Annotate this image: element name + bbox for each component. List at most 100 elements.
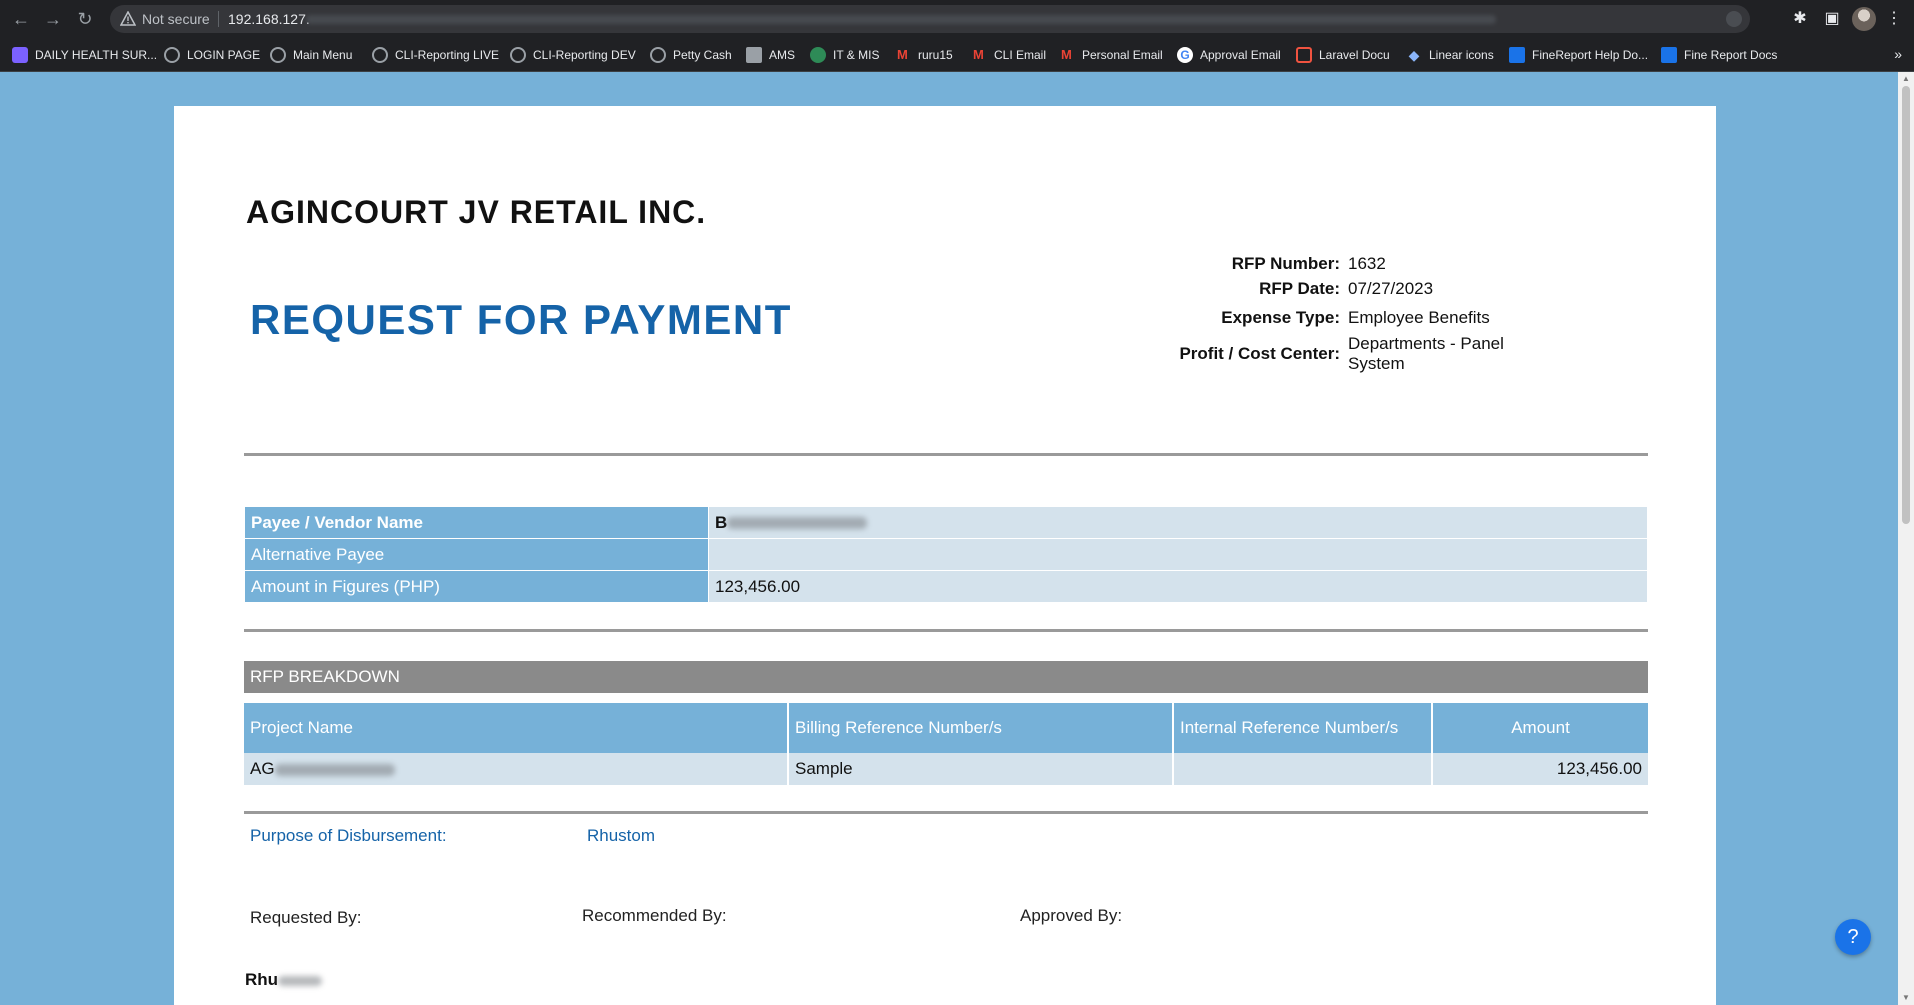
rfp-date-value: 07/27/2023 bbox=[1348, 279, 1434, 298]
bookmark-it-mis[interactable]: IT & MIS bbox=[810, 46, 879, 64]
bookmarks-overflow-button[interactable]: » bbox=[1894, 46, 1902, 62]
laravel-icon bbox=[1296, 47, 1312, 63]
payee-table: Payee / Vendor Name B Alternative Payee … bbox=[244, 506, 1648, 603]
alt-payee-label: Alternative Payee bbox=[244, 538, 709, 571]
internal-ref-cell bbox=[1173, 753, 1433, 785]
table-row: AG Sample 123,456.00 bbox=[244, 753, 1648, 785]
bookmark-label: CLI Email bbox=[994, 48, 1047, 62]
forward-button[interactable]: → bbox=[42, 8, 64, 30]
bookmark-label: IT & MIS bbox=[833, 48, 880, 62]
billing-ref-cell: Sample bbox=[788, 753, 1174, 785]
reload-button[interactable]: ↻ bbox=[74, 8, 96, 30]
screen-icon bbox=[746, 47, 762, 63]
meta-row-expense-type: Expense Type: Employee Benefits bbox=[1034, 308, 1594, 328]
rfp-number-value: 1632 bbox=[1348, 254, 1386, 273]
url-redacted bbox=[306, 15, 1496, 24]
column-header-amount: Amount bbox=[1432, 703, 1648, 753]
bookmark-daily-health[interactable]: DAILY HEALTH SUR... bbox=[12, 46, 157, 64]
requested-by-label: Requested By: bbox=[250, 908, 362, 927]
bookmarks-bar: DAILY HEALTH SUR... LOGIN PAGE Main Menu… bbox=[0, 38, 1914, 72]
back-button[interactable]: ← bbox=[10, 8, 32, 30]
column-header-project: Project Name bbox=[244, 703, 789, 753]
column-header-billing-ref: Billing Reference Number/s bbox=[788, 703, 1174, 753]
omnibox-divider bbox=[218, 11, 219, 27]
bookmark-cli-reporting-dev[interactable]: CLI-Reporting DEV bbox=[510, 46, 636, 64]
cost-center-label: Profit / Cost Center: bbox=[1179, 344, 1340, 363]
menu-icon[interactable]: ⋮ bbox=[1884, 9, 1904, 29]
vendor-name-initial: B bbox=[715, 512, 728, 532]
url-text[interactable]: 192.168.127. bbox=[228, 11, 310, 27]
vendor-name-value: B bbox=[708, 506, 1648, 539]
gmail-icon: M bbox=[973, 47, 984, 62]
meta-row-rfp-date: RFP Date: 07/27/2023 bbox=[1034, 279, 1594, 299]
approved-by-label: Approved By: bbox=[1020, 906, 1123, 925]
divider bbox=[244, 811, 1648, 814]
scroll-down-icon[interactable]: ▼ bbox=[1898, 991, 1914, 1005]
bookmark-label: CLI-Reporting DEV bbox=[533, 48, 636, 62]
payee-row: Payee / Vendor Name B bbox=[244, 506, 1648, 539]
bookmark-finereport-help[interactable]: FineReport Help Do... bbox=[1509, 46, 1648, 64]
globe-icon bbox=[372, 47, 388, 63]
redacted-text bbox=[274, 763, 395, 776]
page-title: REQUEST FOR PAYMENT bbox=[250, 296, 792, 343]
bookmark-petty-cash[interactable]: Petty Cash bbox=[650, 46, 732, 64]
bookmark-ams[interactable]: AMS bbox=[746, 46, 795, 64]
globe-icon bbox=[650, 47, 666, 63]
bookmark-cli-reporting-live[interactable]: CLI-Reporting LIVE bbox=[372, 46, 499, 64]
divider bbox=[244, 629, 1648, 632]
profile-avatar[interactable] bbox=[1852, 7, 1876, 31]
side-panel-icon[interactable]: ▣ bbox=[1822, 9, 1842, 29]
google-icon: G bbox=[1177, 47, 1193, 63]
extensions-icon[interactable]: ✱ bbox=[1790, 9, 1810, 29]
rfp-meta: RFP Number: 1632 RFP Date: 07/27/2023 Ex… bbox=[1034, 254, 1594, 379]
security-status[interactable]: Not secure bbox=[142, 11, 210, 27]
gmail-icon: M bbox=[897, 47, 908, 62]
bookmark-laravel-docu[interactable]: Laravel Docu bbox=[1296, 46, 1390, 64]
bookmark-personal-email[interactable]: M Personal Email bbox=[1061, 46, 1163, 64]
amount-label: Amount in Figures (PHP) bbox=[244, 570, 709, 603]
browser-toolbar: ← → ↻ Not secure 192.168.127. ✱ ▣ ⋮ bbox=[0, 0, 1914, 38]
bookmark-label: Petty Cash bbox=[673, 48, 732, 62]
bookmark-label: Approval Email bbox=[1200, 48, 1281, 62]
redacted-text bbox=[727, 517, 868, 530]
help-button[interactable]: ? bbox=[1835, 919, 1871, 955]
redacted-text bbox=[278, 975, 323, 986]
bookmark-label: Fine Report Docs bbox=[1684, 48, 1778, 62]
breakdown-section-title: RFP BREAKDOWN bbox=[244, 661, 1648, 693]
finereport-icon bbox=[1661, 47, 1677, 63]
seal-icon bbox=[810, 47, 826, 63]
bookmark-label: Laravel Docu bbox=[1319, 48, 1390, 62]
recommended-by-label: Recommended By: bbox=[582, 906, 727, 925]
bookmark-approval-email[interactable]: G Approval Email bbox=[1177, 46, 1281, 64]
project-name-cell: AG bbox=[244, 753, 789, 785]
checklist-icon bbox=[12, 47, 28, 63]
column-header-internal-ref: Internal Reference Number/s bbox=[1173, 703, 1433, 753]
bookmark-label: ruru15 bbox=[918, 48, 953, 62]
bookmark-linear-icons[interactable]: ◆ Linear icons bbox=[1406, 46, 1494, 64]
page-viewport: AGINCOURT JV RETAIL INC. REQUEST FOR PAY… bbox=[0, 72, 1914, 1005]
bookmark-label: Main Menu bbox=[293, 48, 353, 62]
globe-icon bbox=[164, 47, 180, 63]
bookmark-fine-report-docs[interactable]: Fine Report Docs bbox=[1661, 46, 1777, 64]
scroll-thumb[interactable] bbox=[1902, 86, 1910, 524]
share-icon[interactable] bbox=[1726, 11, 1742, 27]
requester-name: Rhu bbox=[245, 970, 323, 990]
bookmark-label: Linear icons bbox=[1429, 48, 1494, 62]
amount-row: Amount in Figures (PHP) 123,456.00 bbox=[244, 570, 1648, 603]
breakdown-table: Project Name Billing Reference Number/s … bbox=[244, 703, 1648, 785]
bookmark-cli-email[interactable]: M CLI Email bbox=[973, 46, 1046, 64]
scroll-up-icon[interactable]: ▲ bbox=[1898, 72, 1914, 86]
breakdown-header-row: Project Name Billing Reference Number/s … bbox=[244, 703, 1648, 753]
amount-cell: 123,456.00 bbox=[1432, 753, 1648, 785]
company-name: AGINCOURT JV RETAIL INC. bbox=[246, 194, 707, 230]
requester-name-visible: Rhu bbox=[245, 970, 279, 989]
bookmark-login-page[interactable]: LOGIN PAGE bbox=[164, 46, 260, 64]
gmail-icon: M bbox=[1061, 47, 1072, 62]
expense-type-value: Employee Benefits bbox=[1348, 308, 1490, 327]
scrollbar[interactable]: ▲ ▼ bbox=[1898, 72, 1914, 1005]
bookmark-ruru15[interactable]: M ruru15 bbox=[897, 46, 953, 64]
address-bar[interactable]: Not secure 192.168.127. bbox=[110, 5, 1750, 33]
diamond-icon: ◆ bbox=[1408, 47, 1420, 63]
meta-row-rfp-number: RFP Number: 1632 bbox=[1034, 254, 1594, 274]
bookmark-main-menu[interactable]: Main Menu bbox=[270, 46, 352, 64]
